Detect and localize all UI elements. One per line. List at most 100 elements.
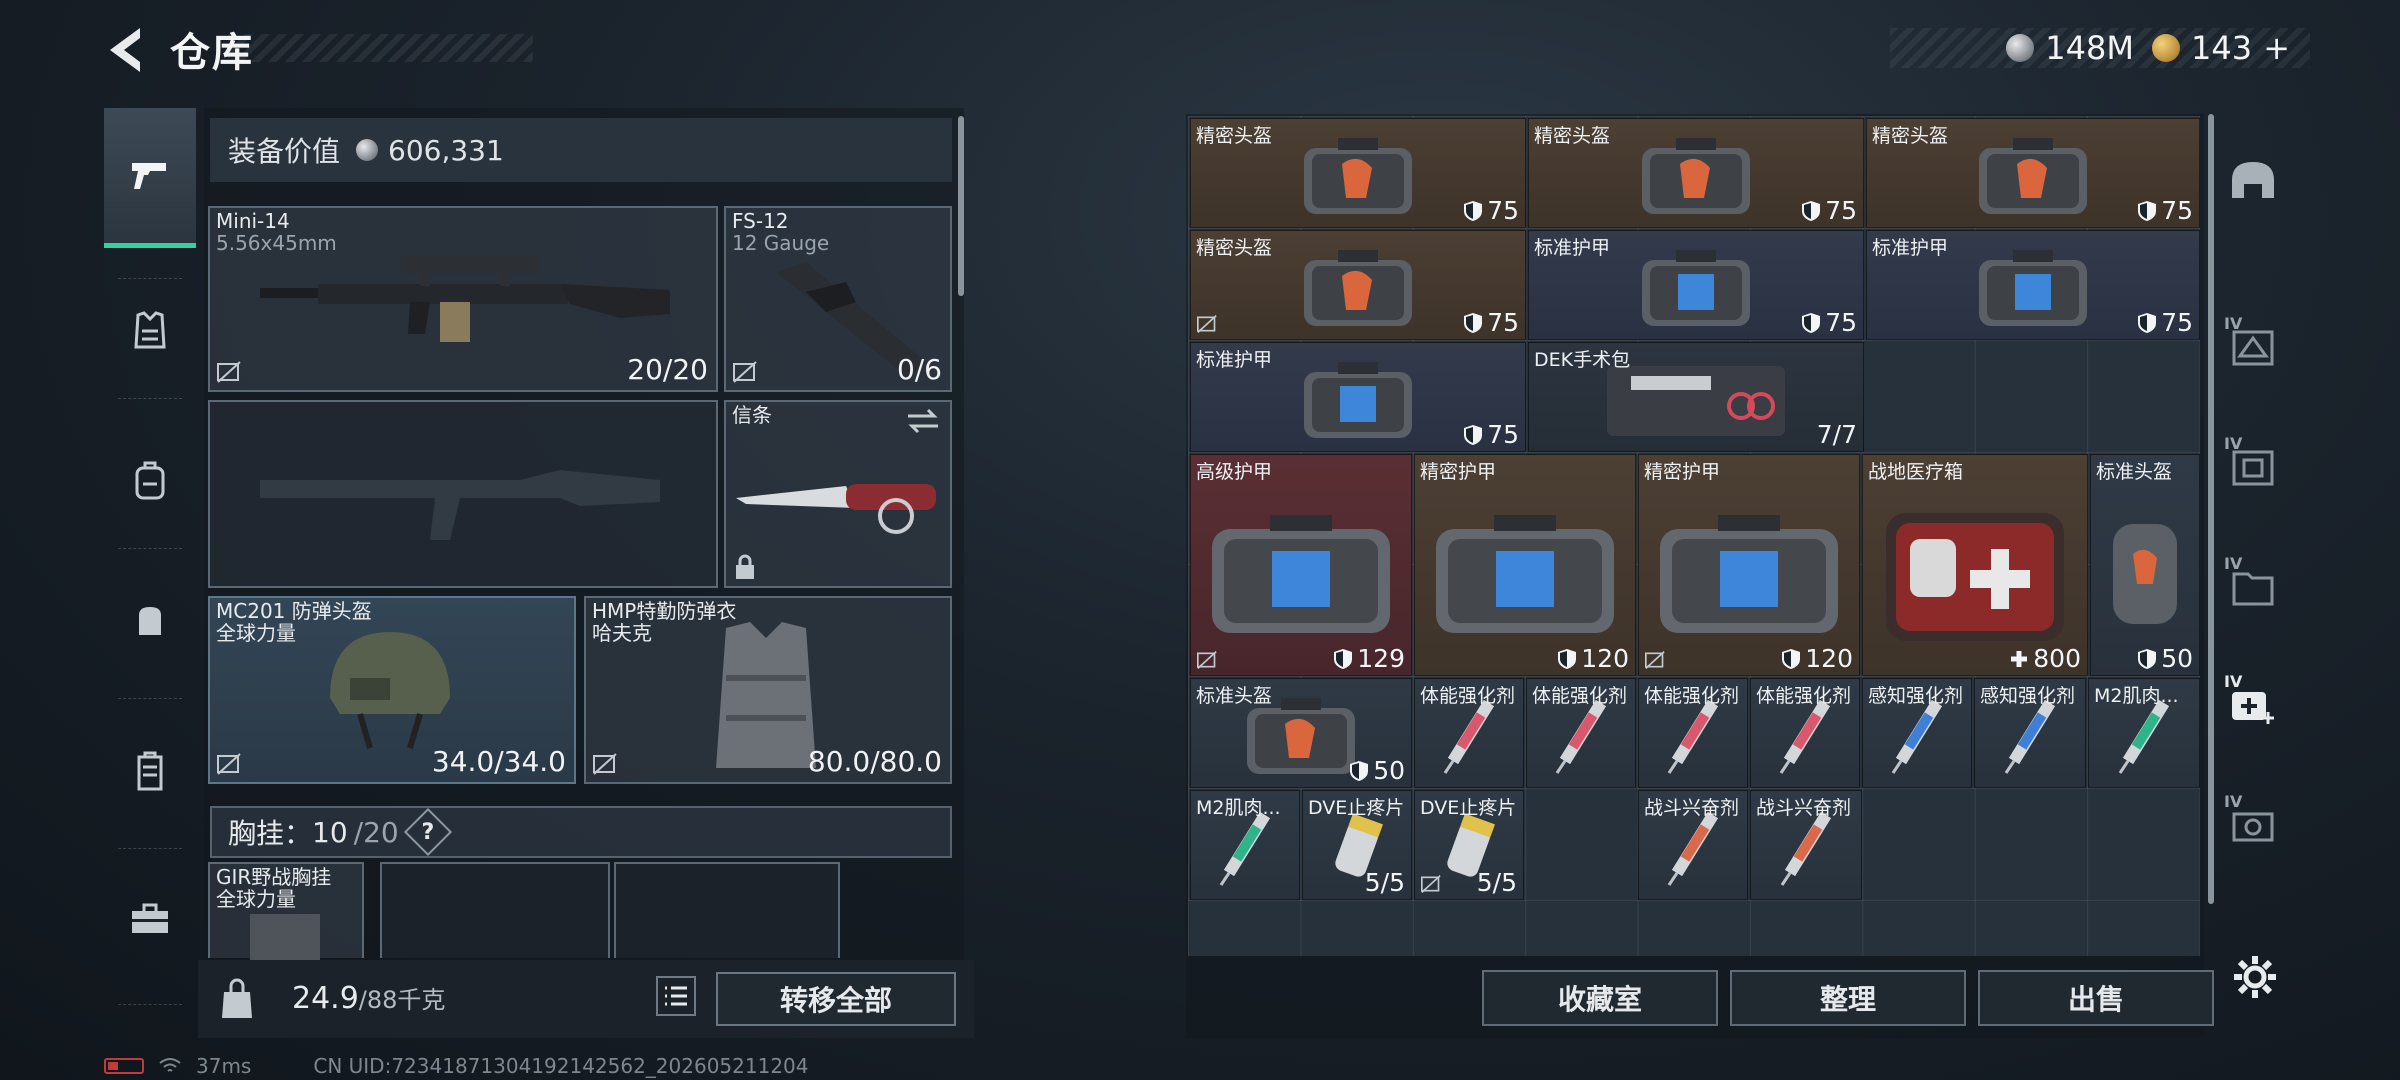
add-currency-icon[interactable]: + — [2263, 29, 2290, 67]
item-name: M2肌肉... — [1196, 797, 1281, 819]
item-value-text: 75 — [2161, 308, 2193, 337]
storage-item[interactable]: 精密护甲 120 — [1414, 454, 1636, 676]
category-armor-crate[interactable]: IV — [2218, 308, 2288, 384]
secondary-weapon-slot[interactable]: FS-12 12 Gauge 0/6 — [724, 206, 952, 392]
storage-item[interactable]: 标准护甲 75 — [1528, 230, 1864, 340]
item-name: DVE止疼片 — [1420, 797, 1517, 819]
rig-grid-cell[interactable] — [614, 862, 840, 958]
storage-item[interactable]: 体能强化剂 — [1750, 678, 1860, 788]
nav-backpack[interactable] — [104, 438, 196, 524]
nav-case[interactable] — [104, 876, 196, 962]
storage-item[interactable]: 战地医疗箱 800 — [1862, 454, 2088, 676]
no-drop-icon — [217, 361, 241, 383]
storage-item[interactable]: 战斗兴奋剂 — [1750, 790, 1862, 900]
storage-item[interactable]: 精密头盔 75 — [1866, 118, 2200, 228]
collection-room-button[interactable]: 收藏室 — [1482, 970, 1718, 1026]
title-decoration — [228, 34, 533, 62]
settings-gear-icon[interactable] — [2230, 952, 2280, 1002]
backpack-icon — [135, 461, 165, 500]
nav-pouch[interactable] — [104, 578, 196, 664]
storage-scrollbar[interactable] — [2208, 114, 2214, 904]
storage-item[interactable]: 体能强化剂 — [1526, 678, 1636, 788]
storage-item[interactable]: 精密护甲 120 — [1638, 454, 1860, 676]
item-value-text: 75 — [2161, 196, 2193, 225]
storage-item[interactable]: DEK手术包 7/7 — [1528, 342, 1864, 452]
primary-weapon-ammo-count: 20/20 — [627, 353, 708, 386]
item-value: 50 — [1349, 756, 1405, 785]
storage-item[interactable]: 感知强化剂 — [1862, 678, 1972, 788]
category-rig-crate[interactable]: IV — [2218, 428, 2288, 504]
storage-item[interactable]: 体能强化剂 — [1414, 678, 1524, 788]
uid: CN UID:72341871304192142562_202605211204 — [313, 1054, 809, 1078]
transfer-all-button[interactable]: 转移全部 — [716, 972, 956, 1026]
item-value-text: 5/5 — [1476, 868, 1517, 897]
nav-vest[interactable] — [104, 728, 196, 814]
storage-item[interactable]: 标准护甲 75 — [1866, 230, 2200, 340]
empty-weapon-slot[interactable] — [208, 400, 718, 588]
shield-icon — [1464, 312, 1483, 333]
item-value: 75 — [1801, 308, 1857, 337]
storage-item[interactable]: 标准头盔 50 — [2090, 454, 2200, 676]
nav-armor[interactable] — [104, 288, 196, 374]
storage-item[interactable]: 精密头盔 75 — [1528, 118, 1864, 228]
swap-icon[interactable] — [906, 408, 940, 434]
back-button[interactable] — [100, 22, 150, 78]
category-folder-crate[interactable]: IV — [2218, 548, 2288, 624]
category-helmet[interactable] — [2218, 142, 2288, 218]
armor-slot[interactable]: HMP特勤防弹衣 哈夫克 80.0/80.0 — [584, 596, 952, 784]
first-aid-kit-image — [1886, 512, 2064, 641]
carry-weight-current: 24.9 — [292, 981, 359, 1016]
item-value: 75 — [1463, 196, 1519, 225]
chest-rig-name: GIR野战胸挂 — [216, 865, 332, 889]
category-ammo-crate[interactable]: IV — [2218, 786, 2288, 862]
gold-currency[interactable]: 143 + — [2151, 29, 2290, 67]
secondary-weapon-name: FS-12 — [732, 209, 789, 233]
helmet-slot[interactable]: MC201 防弹头盔 全球力量 34.0/34.0 — [208, 596, 576, 784]
item-name: 体能强化剂 — [1756, 685, 1852, 707]
list-view-button[interactable] — [656, 976, 696, 1016]
storage-item[interactable]: 高级护甲 129 — [1190, 454, 1412, 676]
storage-item[interactable]: 体能强化剂 — [1638, 678, 1748, 788]
rig-grid-cell[interactable] — [380, 862, 610, 958]
item-name: 体能强化剂 — [1420, 685, 1516, 707]
sell-button[interactable]: 出售 — [1978, 970, 2214, 1026]
sort-button[interactable]: 整理 — [1730, 970, 1966, 1026]
melee-slot[interactable]: 信条 — [724, 400, 952, 588]
chest-help-button[interactable]: ? — [403, 807, 452, 857]
storage-item[interactable]: 感知强化剂 — [1974, 678, 2086, 788]
helmet-icon — [2232, 162, 2274, 198]
storage-item[interactable]: DVE止疼片 5/5 — [1302, 790, 1412, 900]
storage-item[interactable]: 精密头盔 75 — [1190, 230, 1526, 340]
syringe-image — [2004, 700, 2056, 775]
item-name: 标准头盔 — [1196, 685, 1273, 707]
nav-weapons[interactable] — [104, 108, 196, 248]
item-name: 战斗兴奋剂 — [1644, 797, 1740, 819]
knife-image — [736, 484, 936, 534]
gold-coin-icon — [2151, 34, 2180, 62]
item-value: 75 — [1801, 196, 1857, 225]
case-icon — [132, 903, 168, 933]
equipment-scrollbar[interactable] — [958, 116, 964, 296]
storage-item[interactable]: 精密头盔 75 — [1190, 118, 1526, 228]
equipment-value-bar: 装备价值 606,331 — [210, 118, 952, 182]
secondary-weapon-ammo: 12 Gauge — [732, 231, 830, 255]
syringe-image — [1667, 700, 1719, 775]
item-value: 5/5 — [1477, 868, 1517, 897]
syringe-image — [1667, 812, 1719, 887]
storage-item[interactable]: M2肌肉... — [1190, 790, 1300, 900]
primary-weapon-slot[interactable]: Mini-14 5.56x45mm 20/20 — [208, 206, 718, 392]
shield-icon — [2138, 200, 2157, 221]
storage-item[interactable]: M2肌肉... — [2088, 678, 2200, 788]
storage-item[interactable]: 标准护甲 75 — [1190, 342, 1526, 452]
item-name: 体能强化剂 — [1532, 685, 1628, 707]
silver-coin-icon — [356, 139, 379, 161]
storage-item[interactable]: DVE止疼片 5/5 — [1414, 790, 1524, 900]
storage-item[interactable]: 标准头盔 50 — [1190, 678, 1412, 788]
chest-label: 胸挂： — [228, 817, 313, 850]
shield-icon — [1802, 200, 1821, 221]
category-medkit-crate[interactable]: IV — [2218, 666, 2288, 742]
chest-rig-slot[interactable]: GIR野战胸挂 全球力量 — [208, 862, 364, 964]
storage-item[interactable]: 战斗兴奋剂 — [1638, 790, 1748, 900]
ping: 37ms — [196, 1054, 252, 1078]
category-sidebar: IV IV IV IV IV — [2218, 114, 2288, 914]
